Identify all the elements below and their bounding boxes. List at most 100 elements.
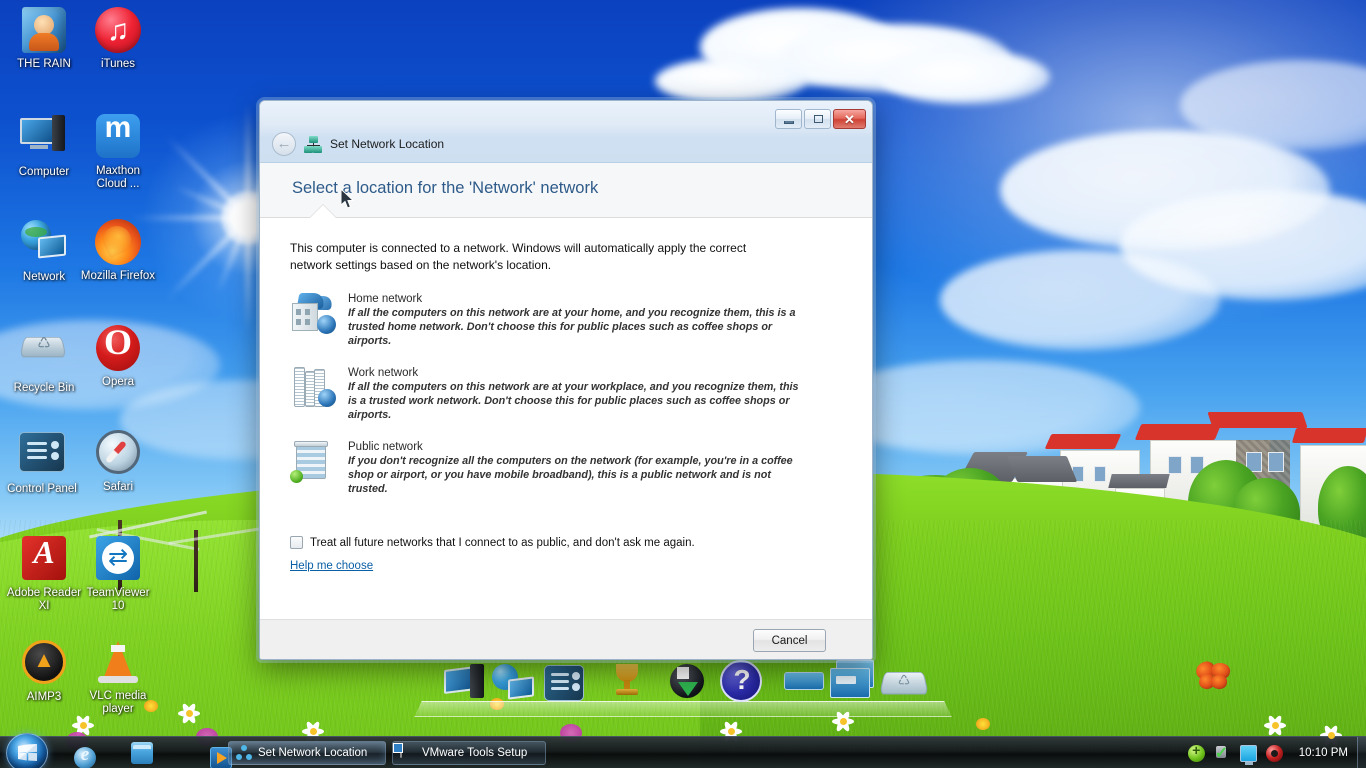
taskbar[interactable]: Set Network Location VMware Tools Setup … [0, 733, 1366, 768]
trophy-dock-icon[interactable] [606, 664, 650, 706]
work-network-option[interactable]: Work network If all the computers on thi… [290, 365, 842, 422]
dialog-heading: Select a location for the 'Network' netw… [292, 179, 599, 197]
desktop-icon-computer[interactable]: Computer [6, 112, 82, 179]
desktop-icon-network[interactable]: Network [6, 218, 82, 284]
dialog-body: This computer is connected to a network.… [260, 218, 872, 619]
desktop-icon-itunes[interactable]: iTunes [80, 6, 156, 71]
network-dock-icon[interactable] [492, 664, 536, 706]
treat-as-public-checkbox[interactable] [290, 536, 303, 549]
action-center-icon[interactable] [1187, 742, 1205, 762]
desktop-icon-label: TeamViewer 10 [86, 587, 150, 612]
option-name: Public network [348, 441, 423, 453]
taskbar-button-vmware-tools-setup[interactable]: VMware Tools Setup [392, 741, 546, 765]
taskbar-button-set-network-location[interactable]: Set Network Location [228, 741, 386, 765]
desktop-icon-firefox[interactable]: Mozilla Firefox [80, 218, 156, 283]
desktop-icon-the-rain[interactable]: THE RAIN [6, 6, 82, 71]
dialog-title-bar[interactable]: ✕ Set Network Location [260, 101, 872, 163]
header-notch [310, 205, 336, 218]
folders-dock-icon[interactable] [830, 660, 874, 702]
maxthon-icon [94, 111, 142, 162]
home-network-text: Home network If all the computers on thi… [348, 291, 800, 348]
desktop-icon-label: Safari [102, 481, 134, 493]
set-network-location-dialog[interactable]: ✕ Set Network Location Select a location [259, 100, 873, 660]
desktop-icon-grid: THE RAIN iTunes Computer Maxthon Cloud .… [0, 0, 160, 730]
help-me-choose-link[interactable]: Help me choose [290, 560, 373, 572]
safari-icon [94, 430, 142, 478]
cancel-button[interactable]: Cancel [753, 629, 826, 652]
desktop-dock[interactable]: ? ♺ [430, 660, 940, 708]
network-tree-icon [236, 745, 252, 761]
window-controls[interactable]: ✕ [775, 109, 866, 129]
desktop-icon-label: iTunes [100, 58, 136, 70]
desktop[interactable]: THE RAIN iTunes Computer Maxthon Cloud .… [0, 0, 1366, 768]
work-network-text: Work network If all the computers on thi… [348, 365, 800, 422]
firefox-icon [94, 219, 142, 267]
drive-dock-icon[interactable] [784, 672, 828, 714]
desktop-icon-safari[interactable]: Safari [80, 428, 156, 494]
home-network-option[interactable]: Home network If all the computers on thi… [290, 291, 842, 348]
dialog-intro-text: This computer is connected to a network.… [290, 241, 747, 272]
desktop-icon-label: Maxthon Cloud ... [95, 165, 141, 190]
option-name: Work network [348, 367, 419, 379]
teamviewer-icon [94, 536, 142, 584]
recycle-bin-dock-icon[interactable]: ♺ [879, 670, 929, 712]
control-panel-dock-icon[interactable] [544, 662, 588, 704]
treat-as-public-label: Treat all future networks that I connect… [310, 536, 695, 549]
desktop-icon-maxthon[interactable]: Maxthon Cloud ... [80, 111, 156, 191]
system-tray[interactable]: 10:10 PM [1187, 737, 1366, 768]
desktop-icon-label: AIMP3 [26, 691, 62, 703]
close-button[interactable]: ✕ [833, 109, 866, 129]
close-icon: ✕ [844, 112, 855, 127]
help-dock-icon[interactable]: ? [720, 660, 764, 702]
audio-device-icon[interactable] [1265, 744, 1283, 762]
treat-as-public-row[interactable]: Treat all future networks that I connect… [290, 536, 842, 549]
taskbar-button-label: Set Network Location [258, 747, 368, 759]
network-icon [20, 220, 68, 268]
desktop-icon-label: Computer [18, 166, 70, 178]
minimize-button[interactable] [775, 109, 802, 129]
network-tree-icon [304, 135, 322, 153]
desktop-icon-teamviewer[interactable]: TeamViewer 10 [80, 534, 156, 613]
desktop-icon-opera[interactable]: Opera [80, 321, 156, 389]
user-folder-icon [20, 7, 68, 55]
computer-icon [20, 115, 68, 163]
vmware-installer-icon [400, 744, 416, 761]
option-description: If all the computers on this network are… [348, 381, 799, 421]
show-desktop-button[interactable] [1357, 737, 1366, 768]
internet-explorer-icon[interactable] [74, 744, 96, 768]
public-network-text: Public network If you don't recognize al… [348, 439, 800, 496]
recycle-bin-icon [19, 331, 68, 379]
computer-dock-icon[interactable] [444, 664, 488, 706]
maximize-button[interactable] [804, 109, 831, 129]
butterfly [1193, 659, 1232, 692]
desktop-icon-vlc[interactable]: VLC media player [80, 638, 156, 716]
desktop-icon-aimp3[interactable]: AIMP3 [6, 638, 82, 704]
daisy-flower [176, 700, 202, 726]
public-network-option[interactable]: Public network If you don't recognize al… [290, 439, 842, 496]
desktop-icon-label: THE RAIN [17, 58, 71, 70]
public-network-icon [290, 439, 336, 485]
desktop-icon-label: Adobe Reader XI [6, 587, 82, 612]
windows-start-orb[interactable] [6, 733, 48, 768]
opera-icon [94, 321, 142, 373]
yellow-flower [976, 718, 990, 730]
security-check-icon[interactable] [1214, 743, 1231, 763]
desktop-icon-adobe-reader[interactable]: Adobe Reader XI [6, 534, 82, 613]
desktop-icon-control-panel[interactable]: Control Panel [4, 428, 80, 496]
desktop-icon-recycle-bin[interactable]: Recycle Bin [6, 324, 82, 395]
option-name: Home network [348, 293, 423, 305]
home-network-icon [290, 291, 336, 337]
vlc-icon [94, 639, 142, 687]
adobe-reader-icon [20, 534, 68, 584]
option-description: If you don't recognize all the computers… [348, 455, 793, 495]
desktop-icon-label: Recycle Bin [13, 382, 75, 394]
dialog-header: Select a location for the 'Network' netw… [260, 163, 872, 218]
defrag-dock-icon[interactable] [668, 664, 712, 706]
aimp3-icon [20, 640, 68, 688]
windows-explorer-icon[interactable] [131, 742, 153, 764]
back-arrow-icon[interactable] [272, 132, 296, 156]
work-network-icon [290, 365, 336, 411]
vmware-display-icon[interactable] [1239, 744, 1257, 765]
dialog-footer: Cancel [260, 619, 872, 659]
taskbar-clock[interactable]: 10:10 PM [1299, 747, 1348, 759]
